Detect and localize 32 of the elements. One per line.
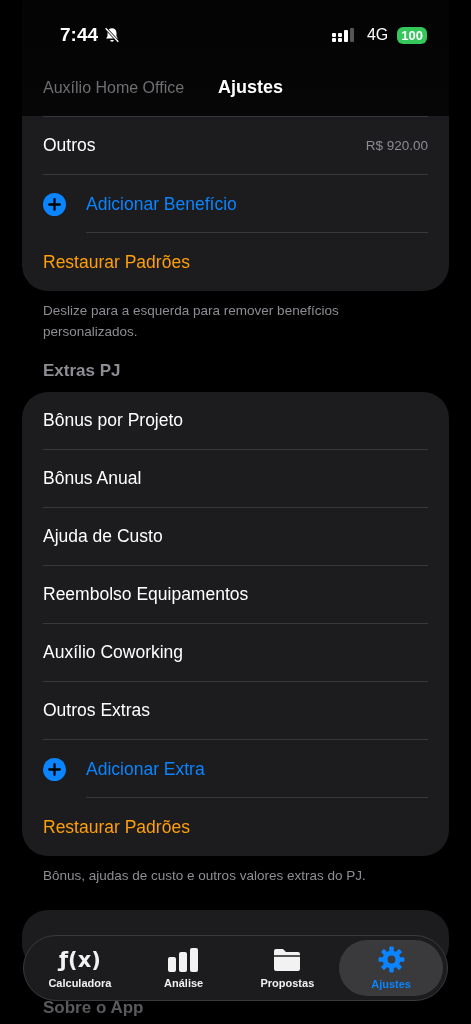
add-icon	[43, 192, 66, 216]
row-label: Auxílio Home Office	[43, 78, 185, 97]
function-icon: ƒ(x)	[58, 947, 101, 972]
section-header: Sobre o App	[43, 998, 145, 1018]
window-title: Ajustes	[218, 77, 283, 97]
row-label[interactable]: Reembolso Equipamentos	[43, 584, 249, 605]
folder-icon	[272, 947, 303, 972]
battery-level: 100	[397, 26, 427, 44]
row-label[interactable]: Ajuda de Custo	[43, 526, 163, 547]
bell-slash-icon	[103, 26, 122, 44]
add-icon	[43, 757, 66, 781]
tab[interactable]: Propostas	[235, 940, 340, 996]
signal-icon	[331, 28, 356, 42]
row-label[interactable]: Bônus Anual	[43, 468, 142, 489]
row-value: R$ 920.00	[365, 138, 428, 153]
section-footer: Bônus, ajudas de custo e outros valores extras do PJ.	[43, 865, 428, 886]
network-type: 4G	[366, 26, 389, 44]
row-label[interactable]: Auxílio Coworking	[43, 642, 184, 663]
status-time: 7:44	[60, 24, 99, 46]
tab[interactable]: ƒ(x) Calculadora	[28, 940, 132, 996]
section-header: Extras PJ	[43, 361, 122, 381]
tab[interactable]: Análise	[131, 940, 236, 996]
row-label[interactable]: Outros	[43, 135, 96, 156]
add-link[interactable]: Adicionar Extra	[86, 758, 205, 780]
row-label[interactable]: Bônus por Projeto	[43, 410, 184, 431]
bar-chart-icon	[167, 947, 200, 972]
settings-icon	[377, 946, 405, 973]
restore-defaults-link[interactable]: Restaurar Padrões	[43, 251, 190, 273]
section-footer: Deslize para a esquerda para remover benefícios personalizados.	[43, 300, 428, 342]
restore-defaults-link[interactable]: Restaurar Padrões	[43, 816, 190, 838]
add-link[interactable]: Adicionar Benefício	[86, 193, 237, 215]
row-label[interactable]: Outros Extras	[43, 700, 150, 721]
